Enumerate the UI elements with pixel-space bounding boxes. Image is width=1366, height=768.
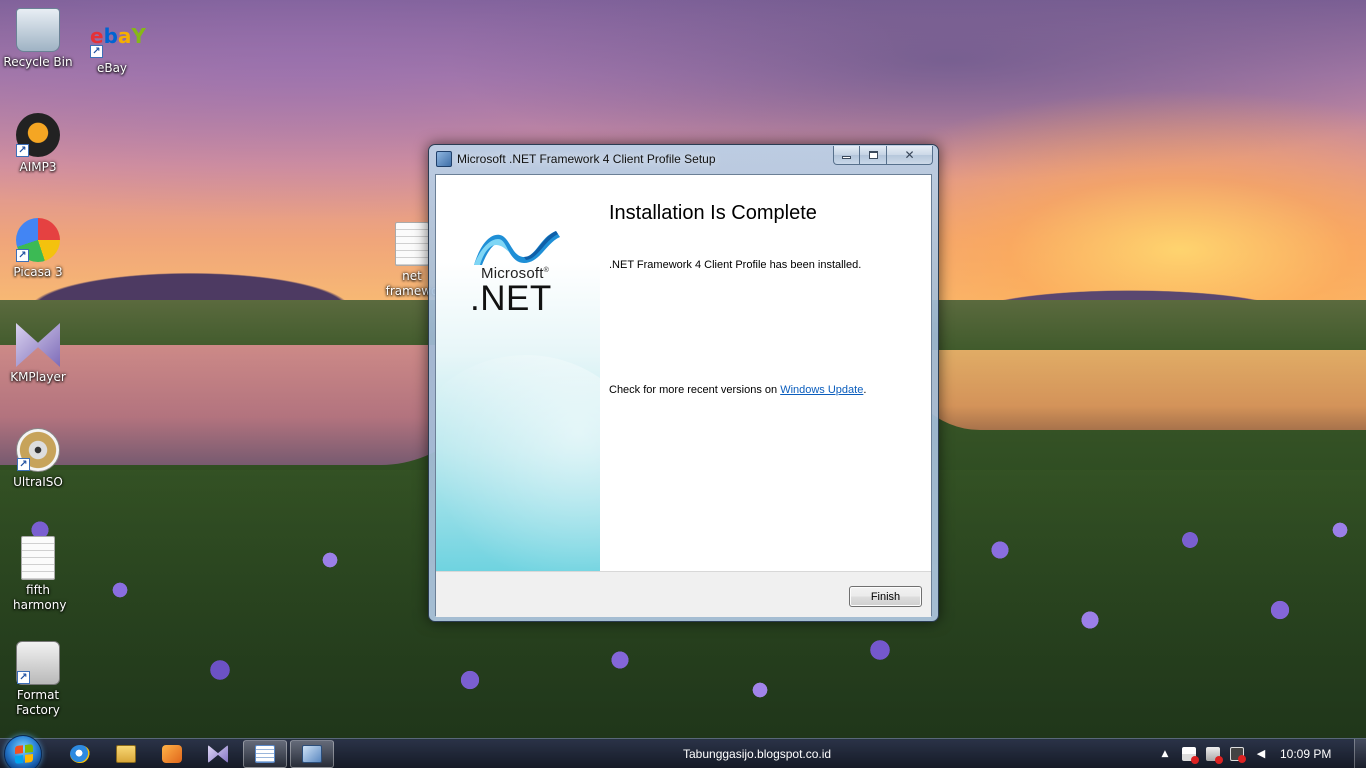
taskbar-notepad[interactable] xyxy=(243,740,287,768)
completion-heading: Installation Is Complete xyxy=(609,202,817,224)
volume-icon[interactable]: ◀ xyxy=(1254,747,1268,761)
ultraiso-icon: ↗ xyxy=(16,428,60,472)
taskbar: Tabunggasijo.blogspot.co.id ▲ ◀ 10:09 PM xyxy=(0,735,1366,768)
chevron-up-icon: ▲ xyxy=(1161,749,1169,759)
taskbar-windows-explorer[interactable] xyxy=(104,740,148,768)
dialog-client-area: Microsoft® .NET Installation Is Complete… xyxy=(435,174,932,617)
desktop-icon-format-factory[interactable]: ↗ Format Factory xyxy=(0,641,76,718)
start-button[interactable] xyxy=(4,735,42,768)
maximize-button[interactable] xyxy=(860,146,887,165)
close-icon: ✕ xyxy=(904,148,915,162)
desktop-icon-label: Recycle Bin xyxy=(3,55,73,69)
desktop-icon-label: UltraISO xyxy=(13,475,63,489)
error-badge-icon xyxy=(1238,755,1246,763)
dialog-footer: Finish xyxy=(436,571,931,617)
windows-update-link[interactable]: Windows Update xyxy=(780,384,863,396)
update-prefix-text: Check for more recent versions on xyxy=(609,384,781,396)
update-check-line: Check for more recent versions on Window… xyxy=(609,384,866,396)
close-button[interactable]: ✕ xyxy=(887,146,933,165)
dotnet-wordmark: .NET xyxy=(470,279,552,318)
text-document-icon xyxy=(21,536,55,580)
network-icon[interactable] xyxy=(1230,747,1246,763)
desktop-icon-picasa[interactable]: ↗ Picasa 3 xyxy=(0,218,76,280)
dotnet-side-panel: Microsoft® .NET xyxy=(436,175,600,571)
taskbar-kmplayer[interactable] xyxy=(196,740,240,768)
battery-icon[interactable] xyxy=(1206,747,1223,764)
wallpaper-lake-reflection xyxy=(900,350,1366,430)
update-suffix-text: . xyxy=(863,384,867,396)
desktop-icon-label: eBay xyxy=(96,61,128,75)
setup-icon xyxy=(302,745,322,763)
taskbar-setup[interactable] xyxy=(290,740,334,768)
taskbar-internet-explorer[interactable] xyxy=(58,740,102,768)
shortcut-arrow-icon: ↗ xyxy=(16,144,29,157)
desktop-icon-label: Format Factory xyxy=(16,688,60,717)
aimp-icon: ↗ xyxy=(16,113,60,157)
desktop-icon-label: KMPlayer xyxy=(10,370,66,384)
installed-message: .NET Framework 4 Client Profile has been… xyxy=(609,259,862,271)
notepad-icon xyxy=(255,745,275,763)
window-title: Microsoft .NET Framework 4 Client Profil… xyxy=(457,152,716,166)
kmplayer-icon xyxy=(208,745,228,763)
speaker-icon: ◀ xyxy=(1256,747,1266,760)
caption-buttons: ✕ xyxy=(833,146,933,165)
desktop-icon-label: fifth harmony xyxy=(13,583,67,612)
registered-mark: ® xyxy=(543,267,550,274)
title-bar[interactable]: Microsoft .NET Framework 4 Client Profil… xyxy=(429,145,938,173)
maximize-icon xyxy=(868,151,878,159)
system-tray: ▲ ◀ 10:09 PM xyxy=(1156,739,1366,768)
setup-app-icon[interactable] xyxy=(436,151,452,167)
windows-logo-icon xyxy=(15,744,33,764)
desktop-icon-ebay[interactable]: ebaY ↗ eBay xyxy=(74,14,150,76)
desktop-icon-kmplayer[interactable]: KMPlayer xyxy=(0,323,76,385)
ebay-icon: ebaY ↗ xyxy=(90,24,146,58)
desktop-icon-label: AIMP3 xyxy=(19,160,57,174)
dotnet-logo: Microsoft® .NET xyxy=(470,227,580,316)
desktop-icon-fifth-harmony[interactable]: fifth harmony xyxy=(0,536,76,613)
taskbar-media-player[interactable] xyxy=(150,740,194,768)
folder-icon xyxy=(116,745,136,763)
recycle-bin-icon xyxy=(16,8,60,52)
show-hidden-icons-button[interactable]: ▲ xyxy=(1158,747,1172,761)
desktop-icon-aimp3[interactable]: ↗ AIMP3 xyxy=(0,113,76,175)
minimize-button[interactable] xyxy=(833,146,860,165)
shortcut-arrow-icon: ↗ xyxy=(17,458,30,471)
text-document-icon xyxy=(395,222,429,266)
shortcut-arrow-icon: ↗ xyxy=(16,249,29,262)
clock[interactable]: 10:09 PM xyxy=(1280,747,1331,761)
media-player-icon xyxy=(162,745,182,763)
desktop-icon-label: Picasa 3 xyxy=(13,265,63,279)
taskbar-watermark-text: Tabunggasijo.blogspot.co.id xyxy=(683,747,832,761)
error-badge-icon xyxy=(1191,756,1199,764)
desktop-icon-ultraiso[interactable]: ↗ UltraISO xyxy=(0,428,76,490)
dotnet-wave-icon xyxy=(470,227,580,267)
kmplayer-icon xyxy=(16,323,60,367)
setup-dialog-window: Microsoft .NET Framework 4 Client Profil… xyxy=(428,144,939,622)
format-factory-icon: ↗ xyxy=(16,641,60,685)
internet-explorer-icon xyxy=(70,745,90,763)
picasa-icon: ↗ xyxy=(16,218,60,262)
shortcut-arrow-icon: ↗ xyxy=(90,45,103,58)
show-desktop-button[interactable] xyxy=(1354,739,1366,768)
dialog-content: Installation Is Complete .NET Framework … xyxy=(609,175,927,571)
shortcut-arrow-icon: ↗ xyxy=(17,671,30,684)
finish-button[interactable]: Finish xyxy=(849,586,922,607)
desktop-icon-recycle-bin[interactable]: Recycle Bin xyxy=(0,8,76,70)
minimize-icon xyxy=(842,156,851,159)
action-center-icon[interactable] xyxy=(1182,747,1199,764)
error-badge-icon xyxy=(1215,756,1223,764)
